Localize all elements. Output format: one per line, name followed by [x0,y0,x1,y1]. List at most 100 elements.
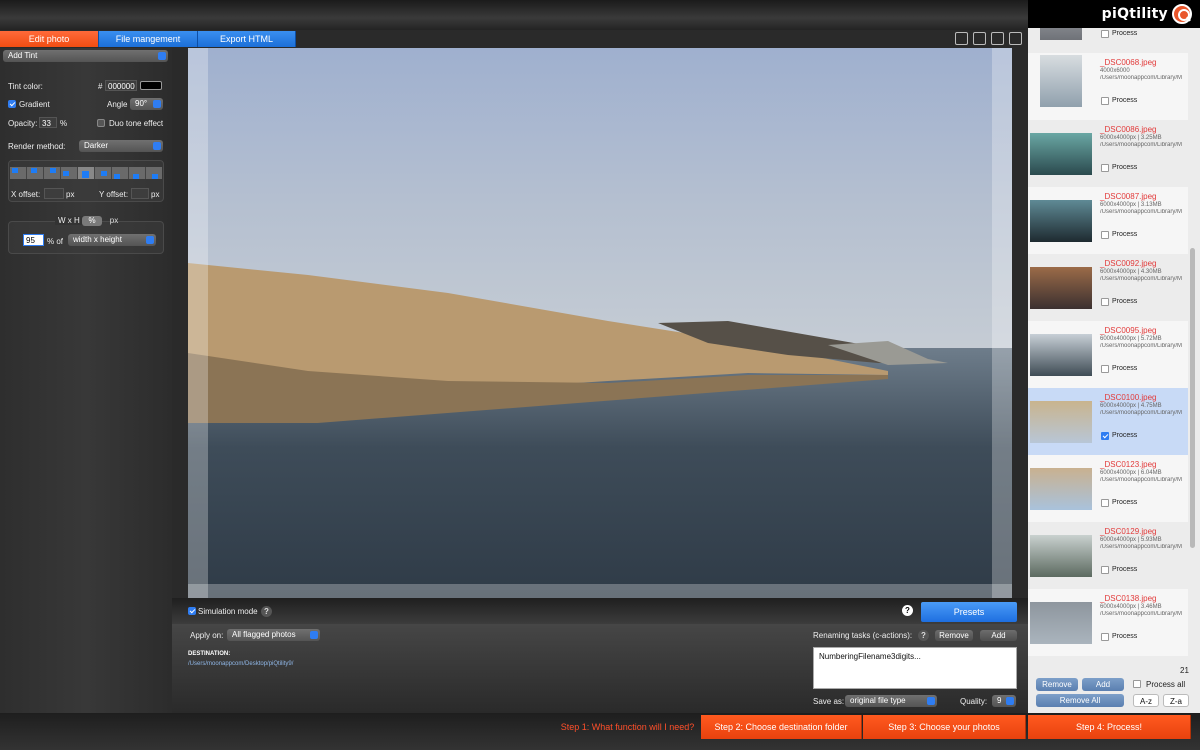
photo-thumbnail[interactable] [1030,334,1092,376]
presets-help-icon[interactable]: ? [902,605,913,616]
dimension-select[interactable]: width x height [68,234,156,246]
process-label: Process [1112,365,1138,372]
photo-thumbnail[interactable] [1030,133,1092,175]
tab-edit-photo[interactable]: Edit photo [0,31,99,47]
opacity-input[interactable]: 33 [39,117,57,128]
simulation-mode-checkbox[interactable] [188,607,196,615]
duo-tone-checkbox[interactable] [97,119,105,127]
file-dimensions: 4000x6000 [1100,68,1130,74]
process-checkbox[interactable] [1101,164,1109,172]
remove-all-button[interactable]: Remove All [1036,694,1124,707]
percent-option[interactable]: % [82,216,102,226]
photo-thumbnail[interactable] [1030,468,1092,510]
destination-path[interactable]: /Users/moonappcom/Desktop/piQtility9/ [188,661,293,667]
process-checkbox[interactable] [1101,633,1109,641]
step-4-process-button[interactable]: Step 4: Process! [1028,715,1191,739]
tint-color-swatch[interactable] [140,81,162,90]
photo-preview[interactable] [188,48,1012,598]
renaming-tasks-list[interactable]: NumberingFilename3digits... [813,647,1017,689]
presets-button[interactable]: Presets [921,602,1017,622]
save-as-select[interactable]: original file type [845,695,937,707]
size-input[interactable]: 95 [23,234,44,246]
wxh-label: W x H [55,216,83,225]
sort-az-button[interactable]: A-z [1133,694,1159,707]
apply-on-select[interactable]: All flagged photos [227,629,320,641]
file-list[interactable]: 4000x6000/Users/moonappcom/Library/M Proc… [1028,28,1188,664]
photo-thumbnail[interactable] [1040,55,1082,107]
rotate-right-icon[interactable] [1009,32,1022,45]
file-name: _DSC0129.jpeg [1100,527,1157,536]
photo-thumbnail[interactable] [1030,401,1092,443]
file-path: /Users/moonappcom/Library/M [1100,544,1183,550]
position-cell[interactable] [78,167,95,179]
file-list-item[interactable]: _DSC0123.jpeg 6000x4000px | 6.04MB/Users/… [1028,455,1188,522]
rotate-left-icon[interactable] [991,32,1004,45]
px-option[interactable]: px [104,216,124,226]
hash-label: # [98,82,103,91]
process-all-checkbox[interactable] [1133,680,1141,688]
fit-width-icon[interactable] [955,32,968,45]
file-path: /Users/moonappcom/Library/M [1100,142,1183,148]
quality-select[interactable]: 9 [992,695,1016,707]
file-list-item[interactable]: _DSC0087.jpeg 6000x4000px | 3.13MB/Users/… [1028,187,1188,254]
file-list-item[interactable]: _DSC0129.jpeg 6000x4000px | 5.93MB/Users/… [1028,522,1188,589]
process-checkbox[interactable] [1101,499,1109,507]
process-checkbox[interactable] [1101,231,1109,239]
photo-thumbnail[interactable] [1030,602,1092,644]
tint-hex-input[interactable]: 000000 [105,80,137,91]
step-2-button[interactable]: Step 2: Choose destination folder [701,715,862,739]
save-as-label: Save as: [813,697,845,706]
process-checkbox[interactable] [1101,432,1109,440]
renaming-task-item[interactable]: NumberingFilename3digits... [819,652,921,661]
position-grid[interactable] [10,167,162,179]
action-select[interactable]: Add Tint [3,50,168,62]
render-method-select[interactable]: Darker [79,140,163,152]
step-3-button[interactable]: Step 3: Choose your photos [863,715,1026,739]
position-cell[interactable] [61,167,78,179]
remove-task-button[interactable]: Remove [935,630,973,641]
renaming-help-icon[interactable]: ? [918,630,929,641]
file-list-item[interactable]: _DSC0100.jpeg 6000x4000px | 4.75MB/Users/… [1028,388,1188,455]
photo-thumbnail[interactable] [1030,267,1092,309]
angle-select[interactable]: 90° [130,98,163,110]
position-cell[interactable] [112,167,129,179]
photo-thumbnail[interactable] [1040,28,1082,40]
sort-za-button[interactable]: Z-a [1163,694,1189,707]
simulation-bar [172,598,1028,624]
process-label: Process [1112,633,1138,640]
file-list-item[interactable]: 4000x6000/Users/moonappcom/Library/MProc… [1028,28,1188,53]
fit-height-icon[interactable] [973,32,986,45]
position-cell[interactable] [27,167,44,179]
tab-export-html[interactable]: Export HTML [198,31,296,47]
photo-thumbnail[interactable] [1030,535,1092,577]
y-offset-input[interactable] [131,188,149,199]
position-cell[interactable] [129,167,146,179]
file-list-item[interactable]: _DSC0095.jpeg 6000x4000px | 5.72MB/Users/… [1028,321,1188,388]
process-checkbox[interactable] [1101,30,1109,38]
position-cell[interactable] [10,167,27,179]
position-cell[interactable] [44,167,61,179]
file-list-scrollbar[interactable] [1190,248,1195,548]
process-checkbox[interactable] [1101,97,1109,105]
remove-file-button[interactable]: Remove [1036,678,1078,691]
process-checkbox[interactable] [1101,365,1109,373]
add-task-button[interactable]: Add [980,630,1017,641]
app-logo-text: piQtility [1101,6,1168,22]
file-list-item[interactable]: _DSC0086.jpeg 6000x4000px | 3.25MB/Users/… [1028,120,1188,187]
process-checkbox[interactable] [1101,298,1109,306]
file-list-item[interactable]: _DSC0092.jpeg 6000x4000px | 4.30MB/Users/… [1028,254,1188,321]
file-list-item[interactable]: _DSC0138.jpeg 6000x4000px | 3.46MB/Users/… [1028,589,1188,656]
simulation-help-icon[interactable]: ? [261,606,272,617]
position-cell[interactable] [95,167,112,179]
add-file-button[interactable]: Add [1082,678,1124,691]
gradient-checkbox[interactable] [8,100,16,108]
process-checkbox[interactable] [1101,566,1109,574]
tab-file-management[interactable]: File mangement [99,31,198,47]
y-offset-unit: px [151,190,160,199]
position-cell[interactable] [146,167,162,179]
photo-thumbnail[interactable] [1030,200,1092,242]
file-list-item[interactable]: _DSC0068.jpeg 4000x6000/Users/moonappcom/… [1028,53,1188,120]
x-offset-input[interactable] [44,188,64,199]
top-bar [0,0,1028,30]
apply-on-label: Apply on: [190,631,224,640]
